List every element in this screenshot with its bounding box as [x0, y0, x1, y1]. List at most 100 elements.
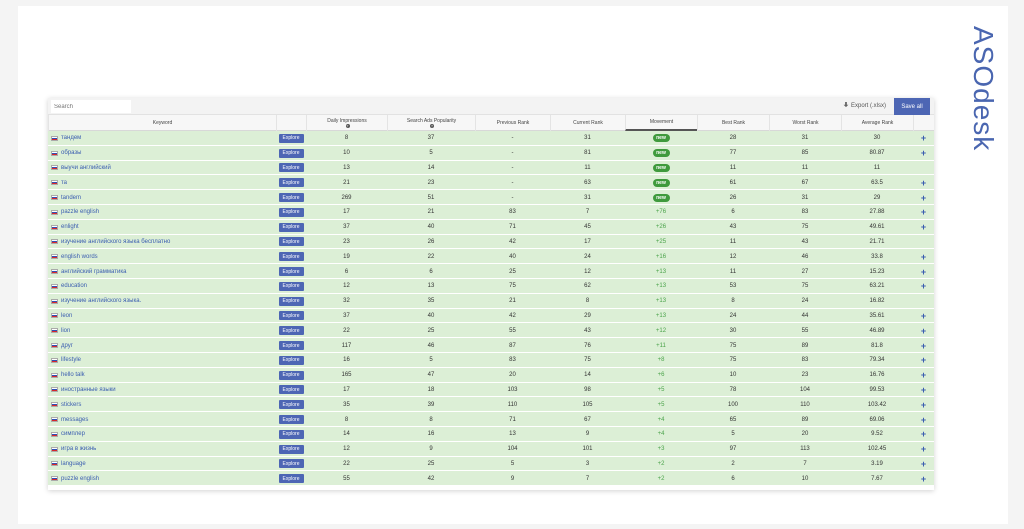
add-keyword-icon[interactable]: + [921, 222, 926, 232]
keyword-cell[interactable]: puzzle english [48, 471, 276, 486]
keyword-cell[interactable]: messages [48, 412, 276, 427]
add-keyword-icon[interactable]: + [921, 193, 926, 203]
add-keyword-icon[interactable]: + [921, 207, 926, 217]
keyword-text[interactable]: симплер [61, 431, 85, 437]
add-keyword-icon[interactable]: + [921, 415, 926, 425]
explore-button[interactable]: Explore [278, 281, 304, 291]
keyword-cell[interactable]: hello talk [48, 368, 276, 383]
explore-button[interactable]: Explore [278, 237, 304, 247]
column-header-best[interactable]: Best Rank [697, 115, 769, 131]
keyword-text[interactable]: language [61, 461, 86, 467]
add-keyword-icon[interactable]: + [921, 400, 926, 410]
add-keyword-icon[interactable]: + [921, 326, 926, 336]
add-keyword-icon[interactable]: + [921, 341, 926, 351]
keyword-cell[interactable]: образы [48, 146, 276, 161]
add-keyword-icon[interactable]: + [921, 474, 926, 484]
keyword-cell[interactable]: leon [48, 309, 276, 324]
add-keyword-icon[interactable]: + [921, 429, 926, 439]
keyword-cell[interactable]: lifestyle [48, 353, 276, 368]
keyword-text[interactable]: hello talk [61, 372, 85, 378]
add-keyword-icon[interactable]: + [921, 311, 926, 321]
explore-button[interactable]: Explore [278, 267, 304, 277]
add-keyword-icon[interactable]: + [921, 267, 926, 277]
keyword-cell[interactable]: тандем [48, 131, 276, 146]
add-keyword-icon[interactable]: + [921, 133, 926, 143]
keyword-cell[interactable]: pazzle english [48, 205, 276, 220]
keyword-text[interactable]: друг [61, 343, 73, 349]
explore-button[interactable]: Explore [278, 385, 304, 395]
keyword-text[interactable]: изучение английского языка бесплатно [61, 239, 170, 245]
keyword-text[interactable]: puzzle english [61, 476, 99, 482]
keyword-text[interactable]: enlight [61, 224, 79, 230]
explore-button[interactable]: Explore [278, 222, 304, 232]
column-header-daily[interactable]: Daily Impressions? [306, 115, 387, 131]
keyword-cell[interactable]: tandem [48, 190, 276, 205]
explore-button[interactable]: Explore [278, 193, 304, 203]
keyword-cell[interactable]: language [48, 457, 276, 472]
keyword-text[interactable]: pazzle english [61, 209, 99, 215]
keyword-text[interactable]: english words [61, 254, 98, 260]
keyword-text[interactable]: lion [61, 328, 70, 334]
keyword-text[interactable]: игра в жизнь [61, 446, 96, 452]
help-icon[interactable]: ? [430, 123, 434, 128]
add-keyword-icon[interactable]: + [921, 459, 926, 469]
add-keyword-icon[interactable]: + [921, 148, 926, 158]
explore-button[interactable]: Explore [278, 474, 304, 484]
explore-button[interactable]: Explore [278, 296, 304, 306]
keyword-cell[interactable]: stickers [48, 397, 276, 412]
explore-button[interactable]: Explore [278, 415, 304, 425]
add-keyword-icon[interactable]: + [921, 252, 926, 262]
keyword-text[interactable]: та [61, 180, 67, 186]
keyword-cell[interactable]: изучение английского языка бесплатно [48, 235, 276, 250]
keyword-cell[interactable]: друг [48, 338, 276, 353]
explore-button[interactable]: Explore [278, 429, 304, 439]
keyword-cell[interactable]: игра в жизнь [48, 442, 276, 457]
keyword-text[interactable]: stickers [61, 402, 81, 408]
search-input[interactable] [51, 100, 131, 113]
keyword-cell[interactable]: lion [48, 323, 276, 338]
keyword-cell[interactable]: english words [48, 249, 276, 264]
explore-button[interactable]: Explore [278, 178, 304, 188]
keyword-cell[interactable]: education [48, 279, 276, 294]
add-keyword-icon[interactable]: + [921, 281, 926, 291]
keyword-text[interactable]: tandem [61, 195, 81, 201]
column-header-curr[interactable]: Current Rank [550, 115, 625, 131]
keyword-text[interactable]: иностранные языки [61, 387, 116, 393]
explore-button[interactable]: Explore [278, 400, 304, 410]
explore-button[interactable]: Explore [278, 370, 304, 380]
explore-button[interactable]: Explore [278, 444, 304, 454]
add-keyword-icon[interactable]: + [921, 178, 926, 188]
keyword-text[interactable]: тандем [61, 135, 81, 141]
add-keyword-icon[interactable]: + [921, 444, 926, 454]
explore-button[interactable]: Explore [278, 207, 304, 217]
explore-button[interactable]: Explore [278, 133, 304, 143]
keyword-cell[interactable]: enlight [48, 220, 276, 235]
column-header-popularity[interactable]: Search Ads Popularity? [387, 115, 475, 131]
add-keyword-icon[interactable]: + [921, 370, 926, 380]
explore-button[interactable]: Explore [278, 163, 304, 173]
keyword-cell[interactable]: изучение английского языка. [48, 294, 276, 309]
add-keyword-icon[interactable]: + [921, 355, 926, 365]
help-icon[interactable]: ? [345, 123, 350, 128]
keyword-text[interactable]: leon [61, 313, 72, 319]
explore-button[interactable]: Explore [278, 355, 304, 365]
export-button[interactable]: Export (.xlsx) [843, 102, 886, 109]
column-header-prev[interactable]: Previous Rank [475, 115, 550, 131]
explore-button[interactable]: Explore [278, 252, 304, 262]
explore-button[interactable]: Explore [278, 311, 304, 321]
keyword-cell[interactable]: выучи английский [48, 161, 276, 176]
column-header-movement[interactable]: Movement [625, 115, 697, 131]
explore-button[interactable]: Explore [278, 326, 304, 336]
column-header-keyword[interactable]: Keyword [48, 115, 276, 131]
explore-button[interactable]: Explore [278, 148, 304, 158]
keyword-text[interactable]: messages [61, 417, 88, 423]
explore-button[interactable]: Explore [278, 341, 304, 351]
column-header-avg[interactable]: Average Rank [841, 115, 913, 131]
save-all-button[interactable]: Save all [894, 98, 930, 115]
keyword-cell[interactable]: иностранные языки [48, 383, 276, 398]
keyword-cell[interactable]: симплер [48, 427, 276, 442]
keyword-text[interactable]: образы [61, 150, 81, 156]
explore-button[interactable]: Explore [278, 459, 304, 469]
keyword-text[interactable]: lifestyle [61, 357, 81, 363]
keyword-text[interactable]: выучи английский [61, 165, 111, 171]
